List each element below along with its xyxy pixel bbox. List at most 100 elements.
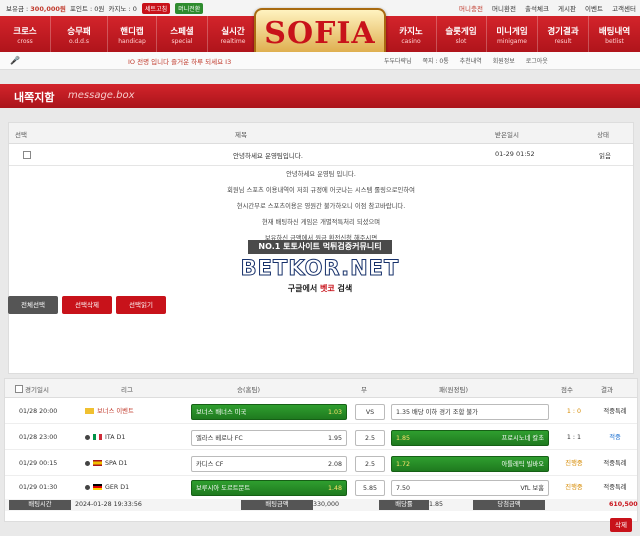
bet-draw[interactable]: 2.5 [355, 456, 385, 472]
nav-betlist[interactable]: 배팅내역 betlist [589, 16, 640, 52]
bet-home-team: 엘라스 베로나 FC [196, 435, 243, 442]
money-convert-button[interactable]: 머니전환 [175, 3, 204, 14]
top-link-attendance[interactable]: 출석체크 [525, 5, 549, 13]
nav-sublabel: special [171, 38, 193, 45]
message-line: 현재 배팅하신 게임은 개별적특처리 되셨으며 [261, 219, 381, 226]
bet-score: 1 : 1 [566, 434, 582, 441]
message-date: 01-29 01:52 [495, 150, 535, 158]
wm-text-a: 구글에서 [287, 284, 318, 293]
bet-league: GER D1 [85, 480, 185, 496]
nav-label: 실시간 [221, 27, 245, 37]
bet-amount-label: 배팅금액 [241, 500, 313, 510]
soccer-ball-icon [85, 484, 90, 490]
top-link-withdraw[interactable]: 머니환전 [492, 5, 516, 13]
nav-handicap[interactable]: 핸디캡 handicap [108, 16, 157, 52]
nav-label: 미니게임 [496, 27, 528, 37]
top-link-deposit[interactable]: 머니충전 [459, 5, 483, 13]
bet-away-team: VfL 보훔 [520, 485, 544, 492]
bet-header-date: 경기일시 [25, 386, 49, 394]
nav-realtime[interactable]: 실시간 realtime [208, 16, 259, 52]
nav-label: 카지노 [399, 27, 423, 37]
nav-label: 경기결과 [547, 27, 579, 37]
bet-header-away: 패(원정팀) [439, 386, 468, 394]
user-info-link[interactable]: 회원정보 [493, 58, 515, 65]
user-nickname: 두두다략님 [384, 58, 412, 65]
bet-away-odds[interactable]: 1.72 아틀레틱 빌바오 [391, 456, 549, 472]
nav-special[interactable]: 스페셜 special [157, 16, 208, 52]
select-all-button[interactable]: 전체선택 [8, 296, 58, 314]
bet-home-rate: 2.08 [327, 461, 342, 468]
bet-date: 01/28 20:00 [19, 408, 58, 415]
nav-casino[interactable]: 카지노 casino [385, 16, 437, 52]
refresh-button[interactable]: 세트고침 [142, 3, 171, 14]
user-messages-link[interactable]: 쪽지 : 0통 [423, 58, 449, 65]
message-line: 회원님 스포츠 이용내역이 저희 규정에 어긋나는 시스템 롤링으로인하여 [227, 187, 415, 194]
bet-score: 1 : 0 [566, 408, 582, 415]
nav-result[interactable]: 경기결과 result [538, 16, 589, 52]
bet-home-rate: 1.03 [327, 409, 342, 416]
message-row[interactable]: 안녕하세요 운영팀입니다. 01-29 01:52 읽음 [9, 143, 633, 166]
bonus-icon [85, 408, 94, 414]
bet-away-odds[interactable]: 7.50 VfL 보훔 [391, 480, 549, 496]
nav-sublabel: minigame [496, 38, 527, 45]
bet-away-team: 1.35 배당 이하 경기 조합 불가 [396, 409, 478, 416]
bet-time-value: 2024-01-28 19:33:56 [75, 501, 142, 508]
bet-select-all-checkbox[interactable] [15, 385, 23, 393]
bet-draw[interactable]: 5.85 [355, 480, 385, 496]
bet-away-odds[interactable]: 1.85 프로시노네 칼초 [391, 430, 549, 446]
header-subject: 제목 [235, 131, 247, 139]
bet-league: ITA D1 [85, 430, 185, 446]
bet-header-result: 결과 [601, 386, 613, 394]
balance-area: 보유금 : 300,000원 포인트 : 0원 카지노 : 0 세트고침 머니전… [6, 3, 204, 14]
delete-selected-button[interactable]: 선택삭제 [62, 296, 112, 314]
nav-sublabel: o.d.d.s [68, 38, 90, 45]
wm-text-c: 검색 [337, 284, 353, 293]
bet-result: 적중특례 [603, 460, 627, 467]
nav-cross[interactable]: 크로스 cross [0, 16, 51, 52]
bet-away-odds[interactable]: 1.35 배당 이하 경기 조합 불가 [391, 404, 549, 420]
message-status: 읽음 [599, 152, 611, 160]
header-status: 상태 [597, 131, 609, 139]
bet-row: 01/29 00:15 SPA D1 카디스 CF 2.08 2.5 1.72 아틀… [5, 453, 637, 476]
bet-draw[interactable]: 2.5 [355, 430, 385, 446]
nav-slot[interactable]: 슬롯게임 slot [436, 16, 487, 52]
message-checkbox[interactable] [23, 151, 31, 159]
bet-date: 01/29 00:15 [19, 460, 58, 467]
read-selected-button[interactable]: 선택읽기 [116, 296, 166, 314]
bet-table-header: 경기일시 리그 승(홈팀) 무 패(원정팀) 점수 결과 [5, 379, 637, 398]
nav-label: 승무패 [67, 27, 91, 37]
wm-text-b: 벳코 [319, 284, 335, 293]
bet-home-odds[interactable]: 보루시아 도르트문트 1.48 [191, 480, 347, 496]
bet-league: SPA D1 [85, 456, 185, 472]
message-line: 안녕하세요 운영팀 입니다. [286, 171, 356, 178]
delete-bet-button[interactable]: 삭제 [610, 518, 632, 532]
germany-flag-icon [93, 484, 102, 490]
logout-link[interactable]: 로그아웃 [526, 58, 548, 65]
message-subject[interactable]: 안녕하세요 운영팀입니다. [233, 150, 303, 160]
top-link-board[interactable]: 게시판 [558, 5, 576, 13]
bet-home-odds[interactable]: 보너스 배너스 미국 1.03 [191, 404, 347, 420]
nav-sublabel: result [554, 38, 572, 45]
bet-home-odds[interactable]: 엘라스 베로나 FC 1.95 [191, 430, 347, 446]
nav-sublabel: cross [17, 38, 33, 45]
bet-result: 적중특례 [603, 408, 627, 415]
bet-header-home: 승(홈팀) [237, 386, 261, 394]
bet-result: 적중 [609, 434, 621, 441]
bet-away-team: 아틀레틱 빌바오 [501, 461, 544, 468]
user-recommend-link[interactable]: 추천내역 [460, 58, 482, 65]
logo-text: SOFIA [264, 16, 376, 51]
bet-date: 01/28 23:00 [19, 434, 58, 441]
nav-label: 슬롯게임 [445, 27, 477, 37]
bet-home-team: 보루시아 도르트문트 [196, 485, 251, 492]
nav-minigame[interactable]: 미니게임 minigame [487, 16, 538, 52]
bet-league-name: SPA D1 [105, 460, 128, 467]
bet-time-label: 배팅시간 [9, 500, 71, 510]
top-link-event[interactable]: 이벤트 [585, 5, 603, 13]
nav-label: 배팅내역 [598, 27, 631, 37]
nav-odds[interactable]: 승무패 o.d.d.s [51, 16, 108, 52]
top-link-support[interactable]: 고객센터 [612, 5, 636, 13]
bet-rate-value: 1.85 [429, 501, 444, 508]
bet-home-odds[interactable]: 카디스 CF 2.08 [191, 456, 347, 472]
balance-label: 보유금 : [6, 5, 29, 13]
bet-date: 01/29 01:30 [19, 484, 58, 491]
